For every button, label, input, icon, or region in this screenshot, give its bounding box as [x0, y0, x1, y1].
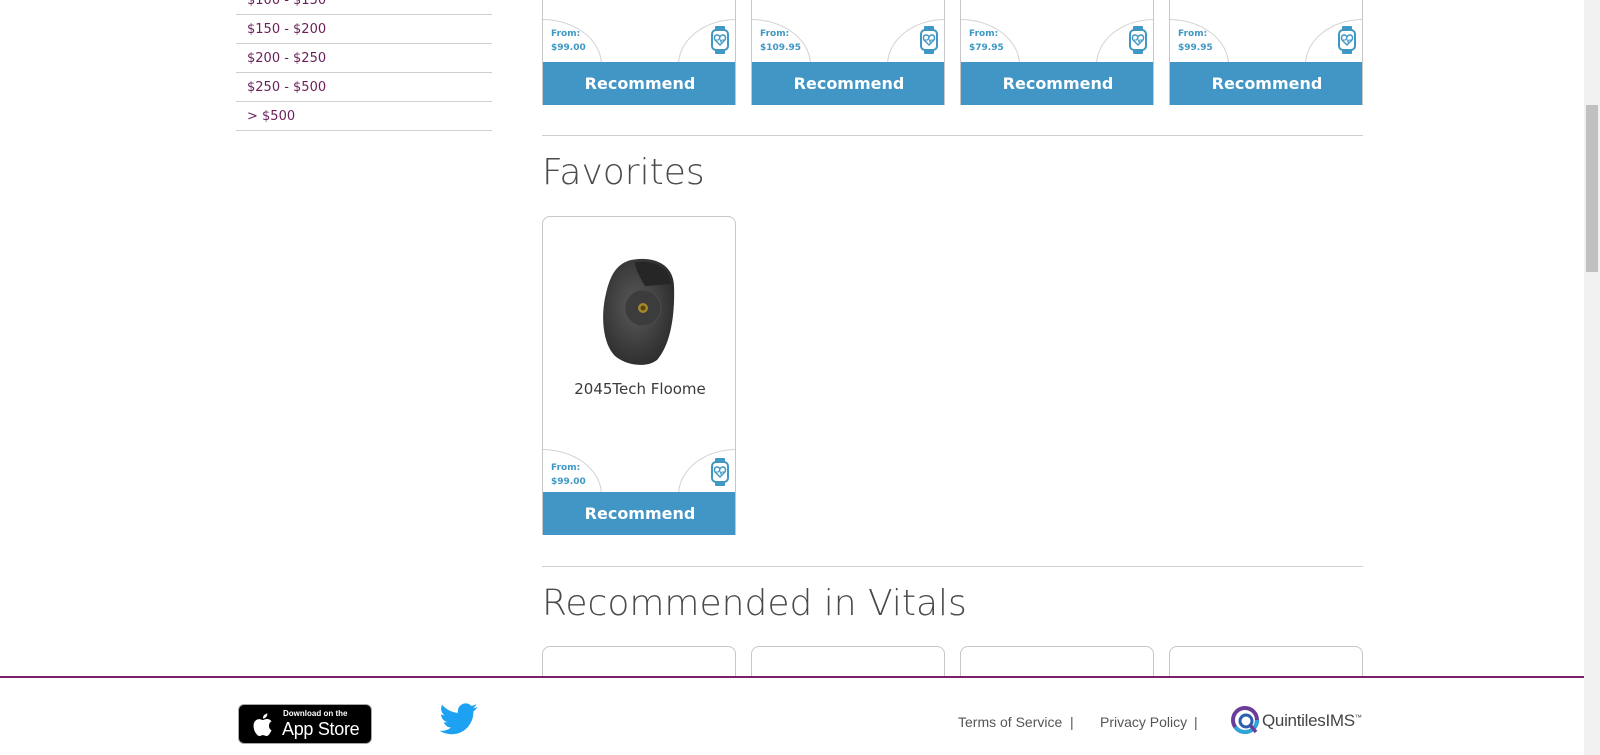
price-filter-150-200[interactable]: $150 - $200 — [236, 15, 492, 44]
brand-name: QuintilesIMS — [1262, 711, 1355, 730]
footer-separator: | — [1194, 714, 1198, 730]
vertical-scrollbar[interactable] — [1584, 0, 1600, 755]
recommend-button[interactable]: Recommend — [543, 62, 735, 105]
price-value: $109.95 — [760, 43, 801, 53]
price-filter-over-500[interactable]: > $500 — [236, 102, 492, 131]
product-card[interactable]: From: $79.95 Recommend — [960, 0, 1154, 105]
section-divider — [542, 566, 1363, 567]
price-label: From: — [551, 29, 581, 39]
price-label: From: — [1178, 29, 1208, 39]
price-value: $79.95 — [969, 43, 1004, 53]
smartwatch-icon — [711, 26, 729, 54]
price-value: $99.00 — [551, 477, 586, 487]
smartwatch-icon — [1338, 26, 1356, 54]
recommend-button[interactable]: Recommend — [543, 492, 735, 535]
app-store-small-text: Download on the — [283, 709, 348, 718]
twitter-icon[interactable] — [440, 702, 478, 736]
recommend-button[interactable]: Recommend — [961, 62, 1153, 105]
terms-of-service-link[interactable]: Terms of Service — [958, 714, 1062, 730]
price-filter-250-500[interactable]: $250 - $500 — [236, 73, 492, 102]
price-label: From: — [551, 463, 581, 473]
recommended-title: Recommended in Vitals — [542, 583, 967, 624]
smartwatch-icon — [711, 458, 729, 486]
apple-logo-icon — [253, 713, 272, 737]
app-store-badge[interactable]: Download on the App Store — [238, 704, 372, 744]
product-card[interactable]: From: $109.95 Recommend — [751, 0, 945, 105]
product-card[interactable]: 2045Tech Floome From: $99.00 Recommend — [542, 216, 736, 535]
recommend-button[interactable]: Recommend — [1170, 62, 1362, 105]
smartwatch-icon — [1129, 26, 1147, 54]
price-label: From: — [760, 29, 790, 39]
product-name[interactable]: 2045Tech Floome — [543, 380, 735, 398]
footer: Download on the App Store Terms of Servi… — [0, 676, 1584, 755]
app-store-big-text: App Store — [282, 719, 360, 739]
product-image — [603, 258, 675, 365]
quintilesims-mark-icon — [1231, 706, 1259, 734]
favorites-title: Favorites — [542, 152, 705, 193]
price-label: From: — [969, 29, 999, 39]
quintilesims-logo[interactable]: QuintilesIMS™ — [1230, 705, 1365, 737]
section-divider — [542, 135, 1363, 136]
product-card[interactable]: From: $99.00 Recommend — [542, 0, 736, 105]
price-filter-list: $100 - $150 $150 - $200 $200 - $250 $250… — [236, 0, 492, 131]
price-value: $99.00 — [551, 43, 586, 53]
product-card[interactable]: From: $99.95 Recommend — [1169, 0, 1363, 105]
price-value: $99.95 — [1178, 43, 1213, 53]
recommend-button[interactable]: Recommend — [752, 62, 944, 105]
privacy-policy-link[interactable]: Privacy Policy — [1100, 714, 1187, 730]
smartwatch-icon — [920, 26, 938, 54]
price-filter-200-250[interactable]: $200 - $250 — [236, 44, 492, 73]
quintilesims-text: QuintilesIMS™ — [1262, 711, 1362, 731]
brand-trademark: ™ — [1354, 714, 1362, 722]
price-filter-100-150[interactable]: $100 - $150 — [236, 0, 492, 15]
scrollbar-thumb[interactable] — [1586, 105, 1598, 272]
footer-separator: | — [1070, 714, 1074, 730]
